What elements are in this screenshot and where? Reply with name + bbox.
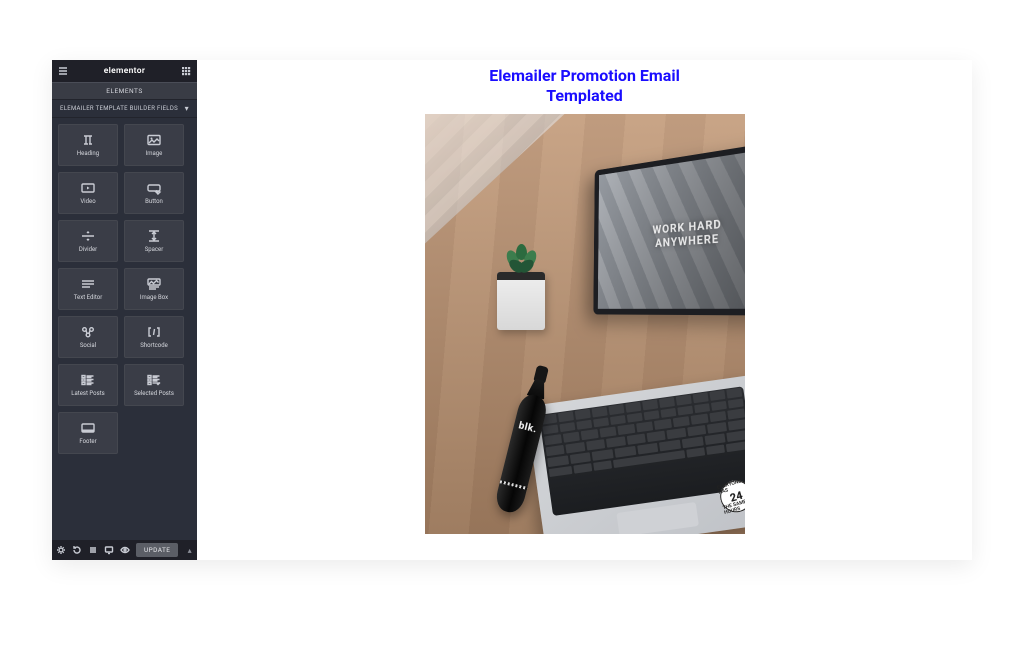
image-icon	[146, 133, 162, 147]
sidebar-header: elementor	[52, 60, 197, 82]
widget-label: Heading	[77, 151, 99, 157]
widget-label: Footer	[79, 439, 96, 445]
email-title-line2: Templated	[425, 86, 745, 106]
widget-label: Image Box	[140, 295, 168, 301]
widget-heading[interactable]: Heading	[58, 124, 118, 166]
email-title-line1: Elemailer Promotion Email	[425, 66, 745, 86]
widget-label: Social	[80, 343, 96, 349]
widget-text-editor[interactable]: Text Editor	[58, 268, 118, 310]
app-window: elementor ELEMENTS ELEMAILER TEMPLATE BU…	[52, 60, 972, 560]
widget-social[interactable]: Social	[58, 316, 118, 358]
widget-label: Divider	[79, 247, 97, 253]
divider-icon	[80, 229, 96, 243]
widget-selected-posts[interactable]: Selected Posts	[124, 364, 184, 406]
latest-posts-icon	[80, 373, 96, 387]
chevron-down-icon: ▾	[185, 104, 189, 113]
spacer-icon	[146, 229, 162, 243]
email-hero-image[interactable]: WORK HARD ANYWHERE EVERYONE HAS	[425, 114, 745, 534]
history-icon[interactable]	[72, 545, 82, 555]
update-more-icon[interactable]: ▴	[186, 543, 193, 557]
sidebar-footer: UPDATE ▴	[52, 540, 197, 560]
video-icon	[80, 181, 96, 195]
widget-grid: Heading Image Video Button Divider Spacer Text…	[52, 118, 197, 540]
hamburger-icon[interactable]	[58, 66, 68, 76]
apps-grid-icon[interactable]	[181, 66, 191, 76]
widget-label: Button	[145, 199, 163, 205]
text-editor-icon	[80, 277, 96, 291]
section-header[interactable]: ELEMAILER TEMPLATE BUILDER FIELDS ▾	[52, 100, 197, 118]
settings-icon[interactable]	[56, 545, 66, 555]
hero-keyboard	[538, 386, 744, 516]
update-button[interactable]: UPDATE	[136, 543, 178, 557]
heading-icon	[80, 133, 96, 147]
widget-divider[interactable]: Divider	[58, 220, 118, 262]
shortcode-icon	[146, 325, 162, 339]
editor-canvas[interactable]: Elemailer Promotion Email Templated WORK…	[197, 60, 972, 560]
widget-shortcode[interactable]: Shortcode	[124, 316, 184, 358]
brand-label: elementor	[104, 66, 145, 76]
widget-label: Spacer	[145, 247, 164, 253]
widget-video[interactable]: Video	[58, 172, 118, 214]
widget-label: Shortcode	[140, 343, 168, 349]
image-box-icon	[146, 277, 162, 291]
hero-trackpad	[616, 502, 699, 534]
widget-label: Selected Posts	[134, 391, 174, 397]
preview-icon[interactable]	[120, 545, 130, 555]
tab-elements[interactable]: ELEMENTS	[52, 82, 197, 100]
widget-footer[interactable]: Footer	[58, 412, 118, 454]
tab-elements-label: ELEMENTS	[106, 87, 143, 95]
widget-image[interactable]: Image	[124, 124, 184, 166]
social-icon	[80, 325, 96, 339]
footer-icon	[80, 421, 96, 435]
widget-image-box[interactable]: Image Box	[124, 268, 184, 310]
widget-label: Video	[80, 199, 95, 205]
elementor-sidebar: elementor ELEMENTS ELEMAILER TEMPLATE BU…	[52, 60, 197, 560]
section-title: ELEMAILER TEMPLATE BUILDER FIELDS	[60, 105, 178, 112]
widget-label: Image	[146, 151, 163, 157]
widget-latest-posts[interactable]: Latest Posts	[58, 364, 118, 406]
hero-plant	[507, 244, 537, 274]
responsive-icon[interactable]	[104, 545, 114, 555]
widget-spacer[interactable]: Spacer	[124, 220, 184, 262]
widget-label: Text Editor	[74, 295, 102, 301]
email-heading-block[interactable]: Elemailer Promotion Email Templated	[425, 66, 745, 106]
button-icon	[146, 181, 162, 195]
hero-plant-pot	[497, 272, 545, 330]
widget-button[interactable]: Button	[124, 172, 184, 214]
selected-posts-icon	[146, 373, 162, 387]
revisions-icon[interactable]	[88, 545, 98, 555]
widget-label: Latest Posts	[71, 391, 105, 397]
